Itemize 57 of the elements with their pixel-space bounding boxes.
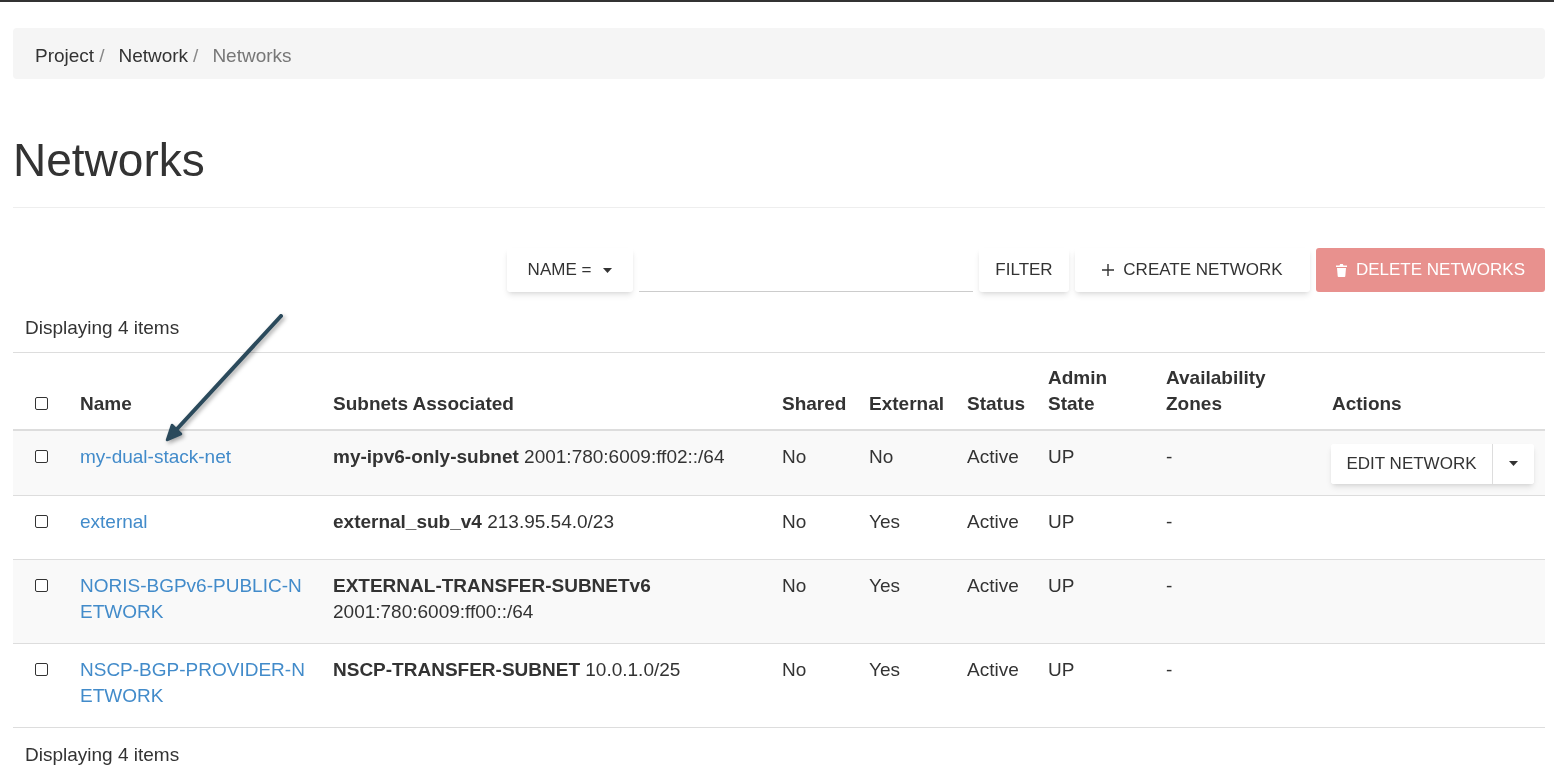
breadcrumb-link[interactable]: Network <box>118 42 189 71</box>
checkbox[interactable] <box>35 450 48 463</box>
shared-value: No <box>782 574 807 596</box>
dropdown-toggle-button[interactable] <box>1493 443 1534 484</box>
admin-state-value: UP <box>1048 510 1075 532</box>
column-header: Availability Zones <box>1166 366 1266 414</box>
caret-icon <box>1509 461 1518 466</box>
shared-value: No <box>782 658 807 680</box>
column-header: Name <box>80 392 132 414</box>
network-name-link[interactable]: external <box>80 508 148 535</box>
breadcrumb-current: Networks <box>212 44 292 69</box>
item-count: Displaying 4 items <box>25 743 180 765</box>
column-header: Actions <box>1332 392 1402 414</box>
column-header: External <box>869 392 944 414</box>
filter-field-dropdown[interactable]: NAME = <box>507 248 633 292</box>
filter-button[interactable]: FILTER <box>979 248 1069 292</box>
checkbox[interactable] <box>35 397 48 410</box>
external-value: Yes <box>869 510 900 532</box>
shared-value: No <box>782 510 807 532</box>
column-header: Status <box>967 392 1026 414</box>
column-header: Shared <box>782 392 847 414</box>
external-value: No <box>869 445 894 467</box>
admin-state-value: UP <box>1048 445 1075 467</box>
subnet-text: EXTERNAL-TRANSFER-SUBNETv6 2001:780:6009:ff00::/64 <box>333 574 651 622</box>
column-header: Subnets Associated <box>333 392 514 414</box>
subnet-text: NSCP-TRANSFER-SUBNET 10.0.1.0/25 <box>333 658 681 680</box>
checkbox[interactable] <box>35 579 48 592</box>
breadcrumb-link[interactable]: Project <box>35 42 95 71</box>
item-count: Displaying 4 items <box>25 317 180 338</box>
column-header: Admin State <box>1048 366 1108 414</box>
edit-network-button[interactable]: EDIT NETWORK <box>1331 443 1493 484</box>
admin-state-value: UP <box>1048 658 1075 680</box>
network-name-link[interactable]: my-dual-stack-net <box>80 443 231 470</box>
subnet-text: external_sub_v4 213.95.54.0/23 <box>333 510 614 532</box>
availability-zone-value: - <box>1166 658 1173 680</box>
plus-icon <box>1102 264 1115 276</box>
trash-icon <box>1335 263 1347 277</box>
network-name-link[interactable]: NSCP-BGP-PROVIDER-NETWORK <box>80 656 309 709</box>
create-button[interactable]: CREATE NETWORK <box>1075 248 1310 292</box>
availability-zone-value: - <box>1166 510 1173 532</box>
page-title: Networks <box>13 135 206 185</box>
checkbox[interactable] <box>35 663 48 676</box>
availability-zone-value: - <box>1166 445 1173 467</box>
status-value: Active <box>967 510 1019 532</box>
status-value: Active <box>967 445 1019 467</box>
breadcrumb-separator: / <box>193 44 199 69</box>
external-value: Yes <box>869 658 900 680</box>
availability-zone-value: - <box>1166 574 1173 596</box>
subnet-text: my-ipv6-only-subnet 2001:780:6009:ff02::/64 <box>333 445 725 467</box>
external-value: Yes <box>869 574 900 596</box>
breadcrumb-separator: / <box>99 44 105 69</box>
admin-state-value: UP <box>1048 574 1075 596</box>
status-value: Active <box>967 658 1019 680</box>
caret-icon <box>603 267 613 273</box>
status-value: Active <box>967 574 1019 596</box>
checkbox[interactable] <box>35 515 48 528</box>
shared-value: No <box>782 445 807 467</box>
